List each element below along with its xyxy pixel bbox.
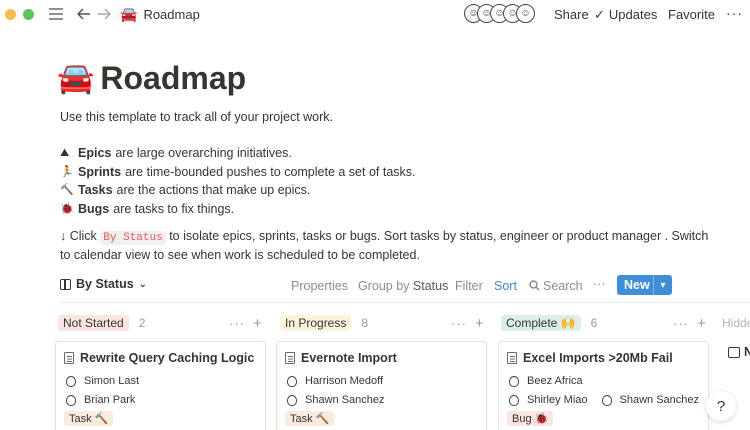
column-count: 6 <box>590 316 598 330</box>
bug-icon: 🐞 <box>60 202 74 215</box>
more-menu-icon[interactable]: ··· <box>726 5 743 21</box>
mountain-icon: ⛰ <box>60 147 70 159</box>
view-selector[interactable]: By Status ⌄ <box>60 277 147 291</box>
avatar <box>509 394 519 406</box>
card-title: Rewrite Query Caching Logic <box>64 351 254 365</box>
type-tag: Task 🔨 <box>285 411 335 426</box>
column-count: 8 <box>361 316 369 330</box>
add-card-icon[interactable]: + <box>475 315 484 332</box>
filter-button[interactable]: Filter <box>455 279 483 293</box>
person-property: Harrison Medoff <box>287 375 393 387</box>
list-item: 🐞 Bugs are tasks to fix things. <box>60 200 416 219</box>
search-button[interactable]: Search <box>529 279 583 293</box>
hammer-icon: 🔨 <box>60 184 74 196</box>
page-icon <box>507 352 517 364</box>
hidden-columns-label[interactable]: Hidde <box>722 316 750 330</box>
column-header-not-started[interactable]: Not Started 2 <box>58 315 145 331</box>
chevron-down-icon[interactable]: ▾ <box>654 280 672 291</box>
status-badge: Complete 🙌 <box>501 315 581 331</box>
breadcrumb[interactable]: Roadmap <box>143 7 199 22</box>
add-card-icon[interactable]: + <box>253 315 262 332</box>
avatar <box>287 394 297 406</box>
card-title: Excel Imports >20Mb Fail <box>507 351 673 365</box>
board-view-icon <box>60 278 71 290</box>
column-count: 2 <box>138 316 146 330</box>
avatar <box>601 394 612 406</box>
type-tag: Bug 🐞 <box>507 411 554 426</box>
share-button[interactable]: Share <box>554 7 589 22</box>
group-by-button[interactable]: Group by Status <box>358 279 448 293</box>
sidebar-toggle-icon[interactable] <box>48 8 64 20</box>
updates-label: Updates <box>608 7 658 22</box>
page-title-text: Roadmap <box>100 60 247 96</box>
collaborator-avatars[interactable]: ☺ ☺ ☺ ☺ ☺ <box>464 4 535 23</box>
avatar <box>66 394 76 406</box>
avatar <box>509 375 519 387</box>
inline-code: By Status <box>100 231 166 245</box>
new-button[interactable]: New ▾ <box>617 275 672 295</box>
avatar <box>66 375 76 387</box>
definition-list: ⛰ Epics are large overarching initiatives.… <box>60 144 416 218</box>
minimize-button[interactable] <box>5 8 16 20</box>
chevron-down-icon: ⌄ <box>138 278 148 290</box>
more-options-icon[interactable]: ··· <box>451 316 467 331</box>
avatar <box>287 375 297 387</box>
person-property: Beez Africa <box>509 375 593 387</box>
sort-button[interactable]: Sort <box>494 279 517 293</box>
column-header-complete[interactable]: Complete 🙌 6 <box>501 315 597 331</box>
status-badge: In Progress <box>280 315 352 331</box>
column-actions: ··· + <box>451 315 484 332</box>
car-icon[interactable]: 🚘 <box>57 61 94 96</box>
column-actions: ··· + <box>673 315 706 332</box>
page-icon <box>64 352 74 364</box>
page-icon <box>285 352 295 364</box>
updates-button[interactable]: ✓ Updates <box>594 7 657 23</box>
page-description: Use this template to track all of your p… <box>60 110 334 124</box>
column-header-in-progress[interactable]: In Progress 8 <box>280 315 368 331</box>
check-icon: ✓ <box>594 7 605 22</box>
window-controls <box>5 8 34 20</box>
page-title[interactable]: 🚘 Roadmap <box>57 60 246 97</box>
board-card[interactable]: Rewrite Query Caching Logic Simon Last B… <box>55 341 266 430</box>
more-options-icon[interactable]: ··· <box>673 316 689 331</box>
person-property: Simon Last <box>66 375 149 387</box>
zoom-button[interactable] <box>23 8 34 20</box>
person-property: Shawn Sanchez <box>287 394 395 406</box>
list-item: 🔨 Tasks are the actions that make up epics… <box>60 181 416 200</box>
page-icon: 🚘 <box>120 5 138 22</box>
list-item: ⛰ Epics are large overarching initiatives. <box>60 144 416 163</box>
avatar: ☺ <box>516 4 535 23</box>
instructions: ↓ Click By Status to isolate epics, spri… <box>60 229 709 262</box>
more-options-icon[interactable]: ··· <box>229 316 245 331</box>
board-card[interactable]: Evernote Import Harrison Medoff Shawn Sa… <box>276 341 487 430</box>
type-tag: Task 🔨 <box>64 411 114 426</box>
forward-arrow-icon[interactable] <box>97 8 111 20</box>
board-card[interactable]: Excel Imports >20Mb Fail Beez Africa Shi… <box>498 341 709 430</box>
runner-icon: 🏃 <box>60 165 74 178</box>
add-card-icon[interactable]: + <box>697 315 706 332</box>
back-arrow-icon[interactable] <box>77 8 91 20</box>
inbox-icon <box>728 347 740 358</box>
status-badge: Not Started <box>58 315 129 331</box>
person-property: Shirley Miao Shawn Sanchez <box>509 394 709 406</box>
list-item: 🏃 Sprints are time-bounded pushes to compl… <box>60 163 416 182</box>
properties-button[interactable]: Properties <box>291 279 348 293</box>
view-toolbar: By Status ⌄ Properties Group by Status F… <box>60 275 750 297</box>
search-icon <box>529 280 540 291</box>
person-property: Brian Park <box>66 394 145 406</box>
column-actions: ··· + <box>229 315 262 332</box>
card-title: Evernote Import <box>285 351 397 365</box>
more-options-icon[interactable]: ··· <box>593 277 606 291</box>
help-button[interactable]: ? <box>706 391 736 421</box>
favorite-button[interactable]: Favorite <box>668 7 715 22</box>
divider <box>60 302 750 303</box>
